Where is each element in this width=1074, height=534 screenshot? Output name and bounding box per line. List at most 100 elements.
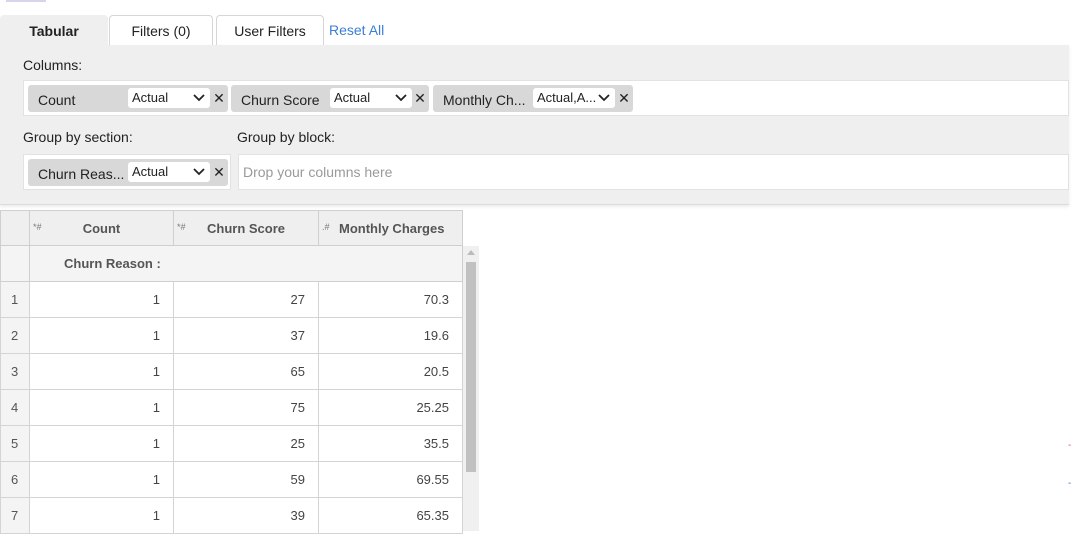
reset-all-link[interactable]: Reset All	[329, 22, 384, 38]
section-label-cell: Churn Reason :	[30, 246, 463, 282]
cell-value: 3	[11, 364, 19, 379]
aggregation-value: Actual	[334, 90, 371, 105]
section-chip-name: Churn Reas...	[38, 166, 125, 182]
row-number-cell[interactable]: 4	[0, 390, 30, 426]
monthly-charges-cell[interactable]: 19.6	[319, 318, 463, 354]
cell-value: 75	[290, 400, 305, 415]
row-number-cell[interactable]: 5	[0, 426, 30, 462]
column-header-churn-score[interactable]: *# Churn Score	[174, 210, 319, 246]
cell-value: 19.6	[423, 328, 449, 343]
count-cell[interactable]: 1	[30, 282, 174, 318]
churn-score-cell[interactable]: 39	[174, 498, 319, 534]
row-number-cell[interactable]: 1	[0, 282, 30, 318]
churn-score-cell[interactable]: 27	[174, 282, 319, 318]
remove-icon[interactable]: ✕	[414, 91, 426, 105]
aggregation-select[interactable]: Actual	[128, 88, 210, 108]
aggregation-select[interactable]: Actual,A...	[533, 88, 615, 108]
cell-value: 2	[11, 328, 19, 343]
cell-value: 37	[290, 328, 305, 343]
table-row[interactable]: 6 1 59 69.55	[0, 462, 463, 498]
table-row[interactable]: 5 1 25 35.5	[0, 426, 463, 462]
cell-value: 1	[152, 364, 160, 379]
cell-value: 1	[152, 436, 160, 451]
aggregation-value: Actual	[132, 90, 169, 105]
column-header-count[interactable]: *# Count	[30, 210, 174, 246]
aggregation-select[interactable]: Actual	[330, 88, 412, 108]
monthly-charges-cell[interactable]: 69.55	[319, 462, 463, 498]
cell-value: 1	[11, 292, 19, 307]
top-accent-line	[6, 0, 46, 2]
row-number-cell[interactable]: 3	[0, 354, 30, 390]
column-header-label: Count	[82, 220, 121, 236]
tab-tabular-label: Tabular	[29, 23, 79, 39]
tab-user-filters[interactable]: User Filters	[216, 15, 324, 46]
remove-icon[interactable]: ✕	[213, 165, 225, 179]
column-chip-name: Churn Score	[241, 92, 320, 108]
count-cell[interactable]: 1	[30, 318, 174, 354]
table-row[interactable]: 3 1 65 20.5	[0, 354, 463, 390]
table-row[interactable]: 4 1 75 25.25	[0, 390, 463, 426]
churn-score-cell[interactable]: 25	[174, 426, 319, 462]
aggregation-value: Actual,A...	[537, 90, 597, 105]
monthly-charges-cell[interactable]: 20.5	[319, 354, 463, 390]
count-cell[interactable]: 1	[30, 390, 174, 426]
cell-value: 5	[11, 436, 19, 451]
cell-value: 39	[290, 508, 305, 523]
count-cell[interactable]: 1	[30, 354, 174, 390]
tab-filters-label: Filters (0)	[131, 23, 191, 39]
churn-score-cell[interactable]: 59	[174, 462, 319, 498]
tab-tabular[interactable]: Tabular	[0, 15, 108, 46]
remove-icon[interactable]: ✕	[213, 91, 225, 105]
scroll-up-arrow-icon[interactable]	[467, 250, 475, 255]
vertical-scrollbar[interactable]	[463, 246, 479, 531]
tab-filters[interactable]: Filters (0)	[109, 15, 213, 46]
table-row[interactable]: 2 1 37 19.6	[0, 318, 463, 354]
remove-icon[interactable]: ✕	[618, 91, 630, 105]
column-chip-name: Count	[38, 92, 76, 108]
count-cell[interactable]: 1	[30, 498, 174, 534]
cell-value: 1	[152, 472, 160, 487]
group-block-dropzone[interactable]: Drop your columns here	[238, 154, 1069, 190]
tab-user-filters-label: User Filters	[234, 23, 306, 39]
group-by-block-label: Group by block:	[237, 129, 336, 145]
churn-score-cell[interactable]: 65	[174, 354, 319, 390]
section-chip-churn-reason[interactable]: Churn Reas... Actual ✕	[28, 159, 228, 186]
section-header-row: Churn Reason :	[0, 246, 463, 282]
chevron-down-icon	[395, 94, 407, 102]
monthly-charges-cell[interactable]: 25.25	[319, 390, 463, 426]
cell-value: 1	[152, 292, 160, 307]
corner-cell	[0, 210, 30, 246]
row-number-cell[interactable]: 2	[0, 318, 30, 354]
dropzone-placeholder: Drop your columns here	[243, 164, 393, 180]
row-number-cell[interactable]: 7	[0, 498, 30, 534]
integer-type-icon: *#	[177, 222, 186, 232]
column-chip-monthly-charges[interactable]: Monthly Ch... Actual,A... ✕	[433, 85, 633, 112]
row-number-cell[interactable]: 6	[0, 462, 30, 498]
group-section-dropzone[interactable]: Churn Reas... Actual ✕	[23, 154, 231, 190]
integer-type-icon: *#	[33, 222, 42, 232]
column-chip-churn-score[interactable]: Churn Score Actual ✕	[231, 85, 429, 112]
count-cell[interactable]: 1	[30, 462, 174, 498]
columns-dropzone[interactable]: Count Actual ✕ Churn Score Actual ✕ Mont…	[23, 80, 1069, 116]
count-cell[interactable]: 1	[30, 426, 174, 462]
churn-score-cell[interactable]: 75	[174, 390, 319, 426]
monthly-charges-cell[interactable]: 65.35	[319, 498, 463, 534]
column-header-label: Churn Score	[206, 220, 285, 236]
monthly-charges-cell[interactable]: 70.3	[319, 282, 463, 318]
column-chip-count[interactable]: Count Actual ✕	[28, 85, 228, 112]
table-row[interactable]: 1 1 27 70.3	[0, 282, 463, 318]
cell-value: 20.5	[423, 364, 449, 379]
scroll-thumb[interactable]	[466, 262, 476, 472]
aggregation-value: Actual	[132, 164, 169, 179]
column-header-monthly-charges[interactable]: .# Monthly Charges	[319, 210, 463, 246]
cell-value: 65	[290, 364, 305, 379]
table-row[interactable]: 7 1 39 65.35	[0, 498, 463, 534]
cell-value: 65.35	[416, 508, 449, 523]
churn-score-cell[interactable]: 37	[174, 318, 319, 354]
cell-value: 35.5	[423, 436, 449, 451]
cell-value: 59	[290, 472, 305, 487]
aggregation-select[interactable]: Actual	[128, 162, 210, 182]
cell-value: 27	[290, 292, 305, 307]
monthly-charges-cell[interactable]: 35.5	[319, 426, 463, 462]
decimal-type-icon: .#	[322, 222, 330, 232]
